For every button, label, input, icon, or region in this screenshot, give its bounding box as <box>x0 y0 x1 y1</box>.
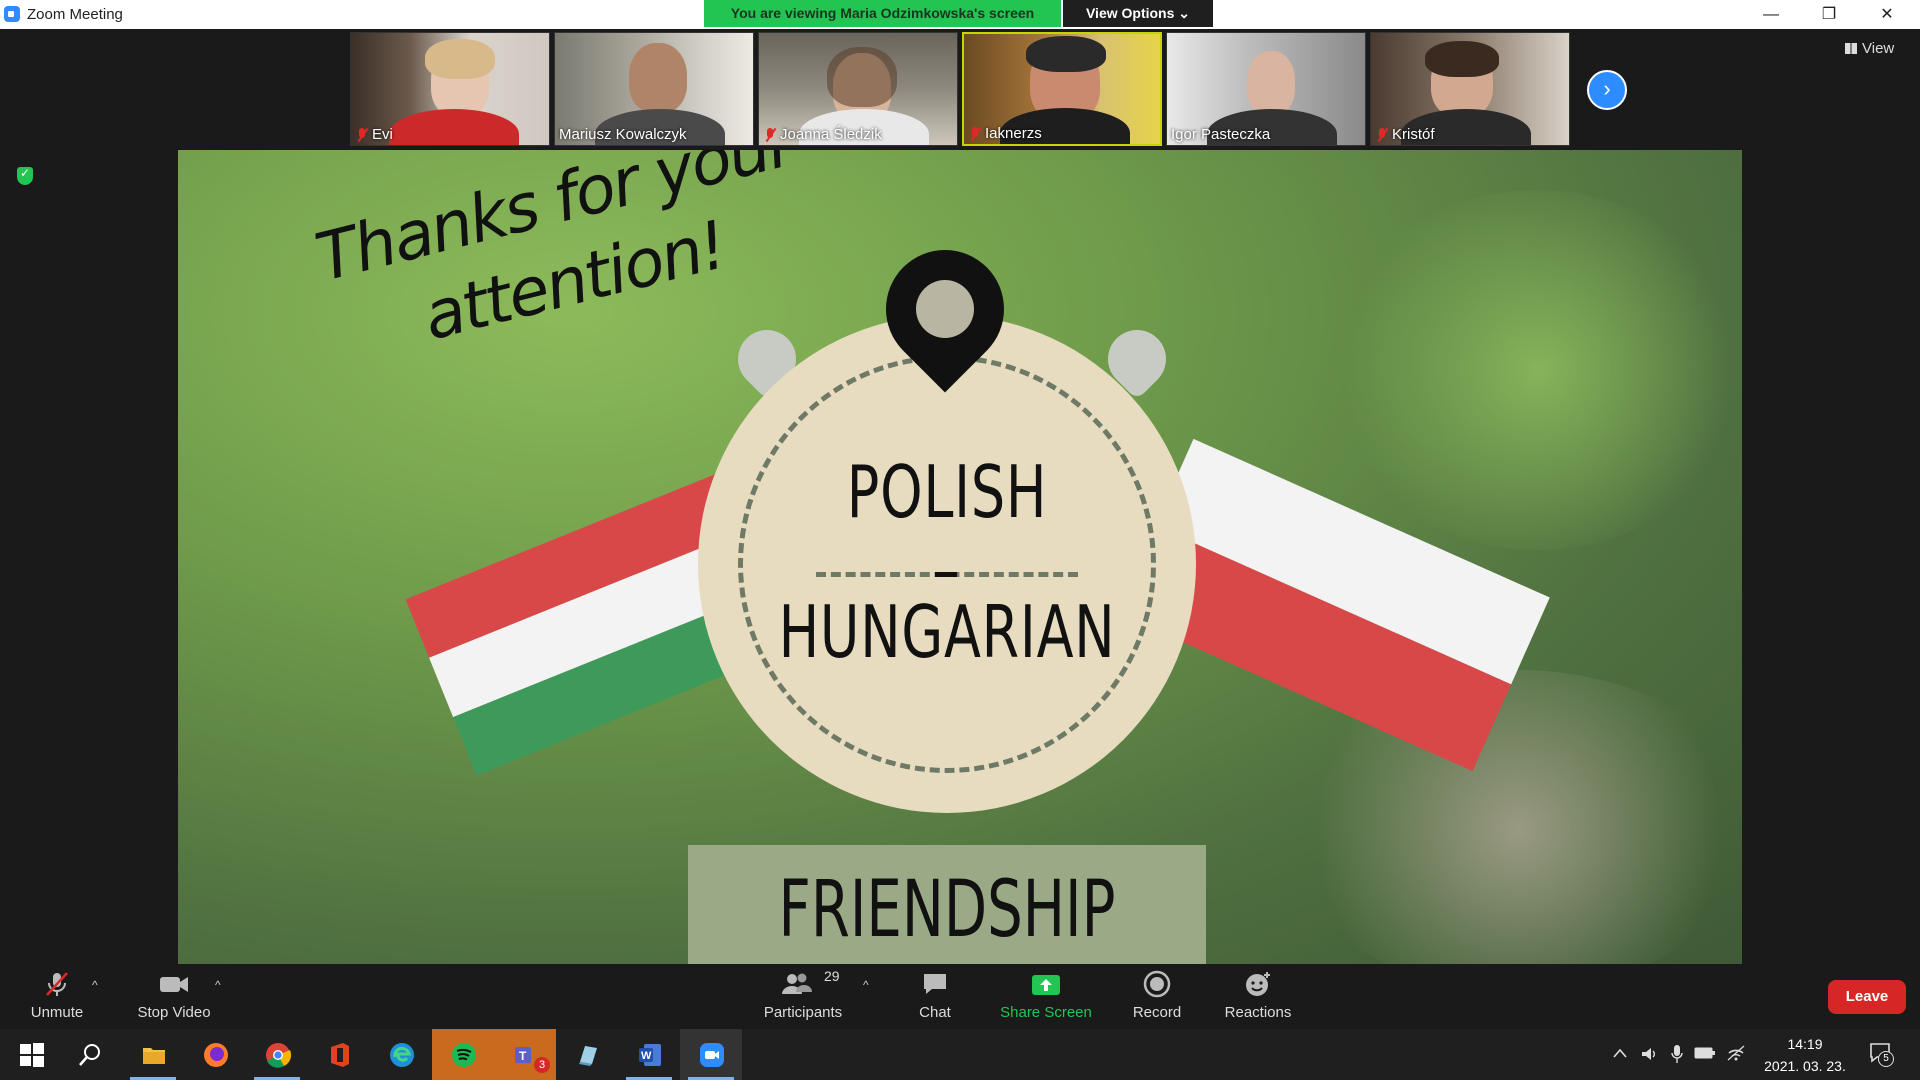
participants-label: Participants <box>763 1004 843 1021</box>
mic-muted-icon <box>763 127 777 143</box>
participants-button[interactable]: 29 Participants <box>760 968 846 1021</box>
reactions-label: Reactions <box>1224 1004 1292 1021</box>
participant-tile[interactable]: Joanna Śledzik <box>758 32 958 146</box>
next-page-button[interactable]: › <box>1587 70 1627 110</box>
participant-name: Evi <box>372 126 393 143</box>
leave-button[interactable]: Leave <box>1828 980 1906 1014</box>
view-button[interactable]: View <box>1845 40 1894 57</box>
clock-time: 14:19 <box>1787 1036 1823 1052</box>
gallery-view-icon <box>1845 43 1857 54</box>
record-button[interactable]: Record <box>1122 970 1192 1021</box>
friendship-day-text: FRIENDSHIP DAY <box>778 865 1116 964</box>
microphone-icon[interactable] <box>1670 1044 1684 1064</box>
teams-badge: 3 <box>534 1057 550 1073</box>
restore-button[interactable]: ❐ <box>1800 0 1858 29</box>
video-options-caret[interactable]: ^ <box>215 978 221 992</box>
record-icon <box>1122 970 1192 998</box>
firefox-icon[interactable] <box>184 1029 246 1080</box>
windows-taskbar: T 3 W 14:19 2021. 03. 23. 5 <box>0 1029 1920 1080</box>
encryption-shield-icon[interactable] <box>17 166 33 185</box>
participants-count: 29 <box>824 968 840 984</box>
meeting-controls: Unmute ^ Stop Video ^ 29 Participants ^ … <box>0 964 1920 1029</box>
mic-muted-icon <box>355 127 369 143</box>
badge-divider <box>816 572 1078 577</box>
clock-date: 2021. 03. 23. <box>1764 1058 1846 1074</box>
chat-button[interactable]: Chat <box>900 970 970 1021</box>
shared-screen: Thanks for your attention! POLISH HUNGAR… <box>178 150 1742 964</box>
participants-options-caret[interactable]: ^ <box>863 978 869 992</box>
reactions-smiley-icon <box>1218 970 1298 998</box>
search-icon <box>79 1044 100 1066</box>
participant-tile[interactable]: Kristóf <box>1370 32 1570 146</box>
start-button[interactable] <box>0 1029 62 1080</box>
zoom-taskbar-icon[interactable] <box>680 1029 742 1080</box>
view-label: View <box>1862 40 1895 57</box>
spotify-icon[interactable] <box>432 1029 494 1080</box>
notification-count: 5 <box>1878 1051 1894 1067</box>
stop-video-button[interactable]: Stop Video <box>132 970 216 1021</box>
speaker-icon[interactable] <box>1640 1045 1658 1063</box>
share-screen-icon <box>998 970 1094 998</box>
badge-polish-text: POLISH <box>846 450 1048 534</box>
notes-app-icon[interactable] <box>556 1029 618 1080</box>
viewing-screen-banner: You are viewing Maria Odzimkowska's scre… <box>704 0 1061 27</box>
system-tray <box>1612 1029 1752 1080</box>
chrome-icon[interactable] <box>246 1029 308 1080</box>
participant-name: Igor Pasteczka <box>1171 126 1271 143</box>
office-icon[interactable] <box>308 1029 370 1080</box>
unmute-button[interactable]: Unmute <box>22 970 92 1021</box>
search-button[interactable] <box>58 1029 120 1080</box>
unmute-label: Unmute <box>30 1004 84 1021</box>
participant-tile[interactable]: Mariusz Kowalczyk <box>554 32 754 146</box>
minimize-button[interactable]: — <box>1742 0 1800 29</box>
mic-muted-icon <box>1375 127 1389 143</box>
chat-label: Chat <box>919 1004 951 1021</box>
zoom-app-icon <box>4 6 20 22</box>
mic-muted-icon <box>22 970 92 998</box>
participant-name: Iaknerzs <box>985 125 1042 142</box>
participant-tile[interactable]: Igor Pasteczka <box>1166 32 1366 146</box>
share-screen-button[interactable]: Share Screen <box>998 970 1094 1021</box>
teams-icon[interactable]: T 3 <box>494 1029 556 1080</box>
friendship-day-banner: FRIENDSHIP DAY <box>688 845 1206 964</box>
svg-text:T: T <box>519 1049 527 1063</box>
participant-tile-speaking[interactable]: Iaknerzs <box>962 32 1162 146</box>
record-label: Record <box>1132 1004 1182 1021</box>
video-camera-icon <box>132 970 216 998</box>
edge-icon[interactable] <box>370 1029 432 1080</box>
participant-tile[interactable]: Evi <box>350 32 550 146</box>
title-bar: Zoom Meeting You are viewing Maria Odzim… <box>0 0 1920 29</box>
window-title: Zoom Meeting <box>27 6 123 23</box>
reactions-button[interactable]: Reactions <box>1218 970 1298 1021</box>
stop-video-label: Stop Video <box>137 1004 211 1021</box>
badge-hungarian-text: HUNGARIAN <box>778 590 1116 674</box>
participants-icon: 29 <box>760 968 846 998</box>
taskbar-clock[interactable]: 14:19 2021. 03. 23. <box>1755 1033 1855 1077</box>
share-screen-label: Share Screen <box>1000 1004 1092 1021</box>
audio-options-caret[interactable]: ^ <box>92 978 98 992</box>
battery-icon[interactable] <box>1694 1047 1716 1059</box>
participant-name: Joanna Śledzik <box>780 126 882 143</box>
chat-icon <box>900 970 970 998</box>
close-button[interactable]: ✕ <box>1858 0 1916 29</box>
word-icon[interactable]: W <box>618 1029 680 1080</box>
participant-name: Mariusz Kowalczyk <box>559 126 687 143</box>
participant-name: Kristóf <box>1392 126 1435 143</box>
chevron-up-icon[interactable] <box>1612 1047 1628 1059</box>
view-options-button[interactable]: View Options ⌄ <box>1063 0 1213 27</box>
svg-text:W: W <box>641 1050 652 1062</box>
mic-muted-icon <box>968 126 982 142</box>
wifi-icon[interactable] <box>1726 1044 1746 1062</box>
file-explorer-icon[interactable] <box>122 1029 184 1080</box>
notification-center-button[interactable]: 5 <box>1868 1041 1894 1067</box>
